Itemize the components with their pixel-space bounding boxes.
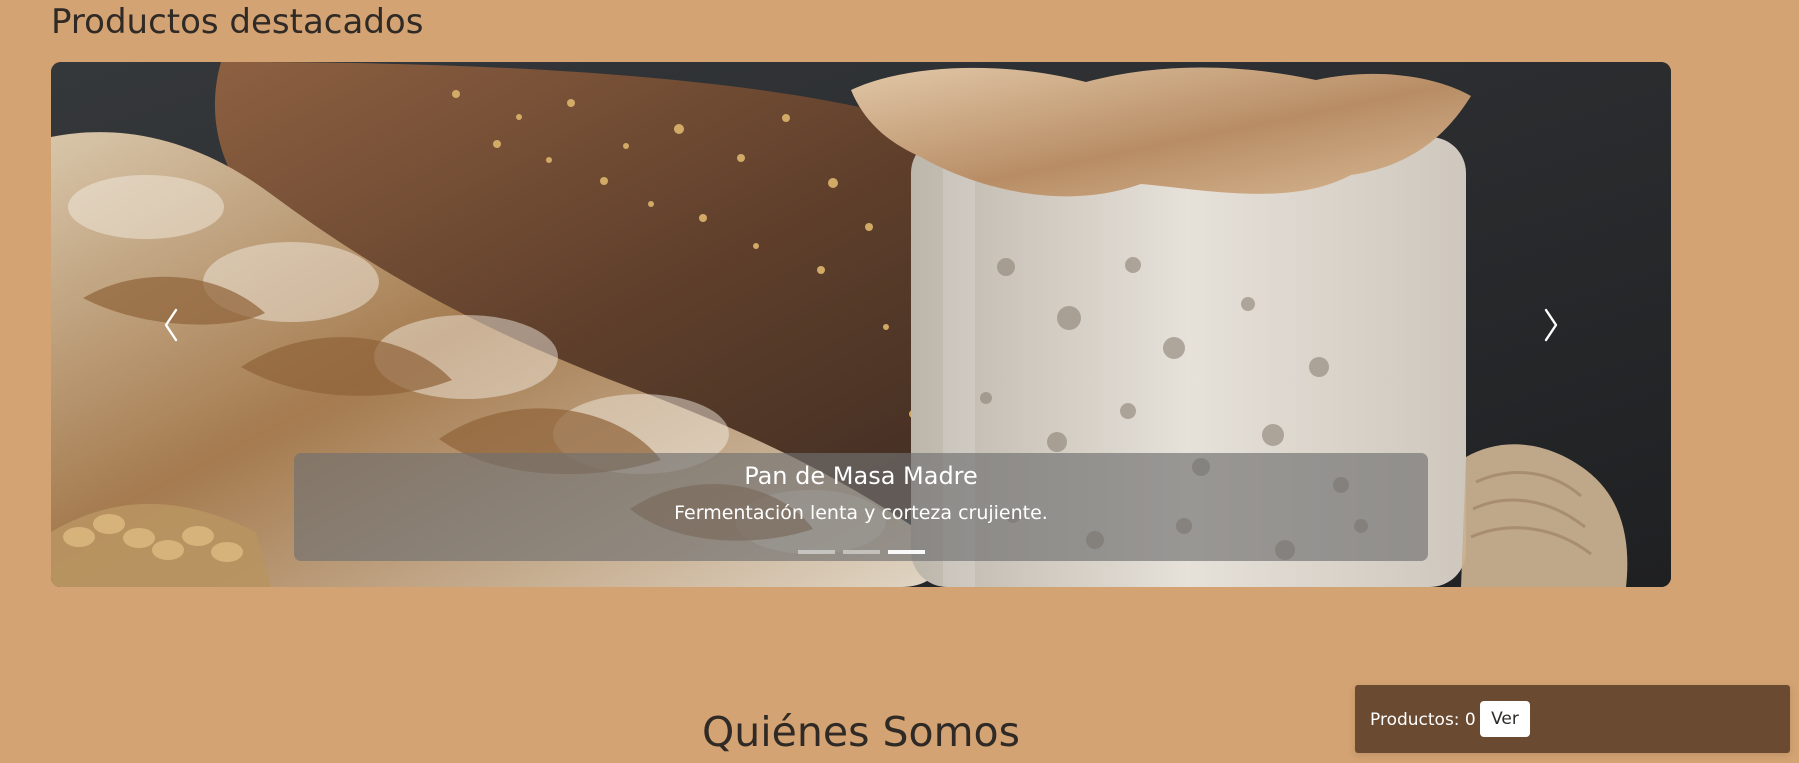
view-cart-button[interactable]: Ver [1480, 701, 1530, 737]
carousel-indicator-2[interactable] [843, 550, 880, 554]
cart-product-count: Productos: 0 [1370, 710, 1476, 730]
carousel-next-button[interactable] [1431, 62, 1671, 587]
chevron-right-icon [1544, 308, 1558, 341]
carousel-indicators [798, 550, 925, 554]
carousel-indicator-3[interactable] [888, 550, 925, 554]
carousel-prev-button[interactable] [51, 62, 291, 587]
carousel-indicator-1[interactable] [798, 550, 835, 554]
featured-products-heading: Productos destacados [51, 2, 424, 42]
cart-summary-bar: Productos: 0 Ver [1355, 685, 1790, 753]
caption-text: Fermentación lenta y corteza crujiente. [674, 502, 1048, 524]
caption-title: Pan de Masa Madre [744, 462, 978, 490]
carousel-caption: Pan de Masa Madre Fermentación lenta y c… [294, 453, 1428, 561]
featured-products-carousel[interactable]: Pan de Masa Madre Fermentación lenta y c… [51, 62, 1671, 587]
chevron-left-icon [164, 308, 178, 341]
